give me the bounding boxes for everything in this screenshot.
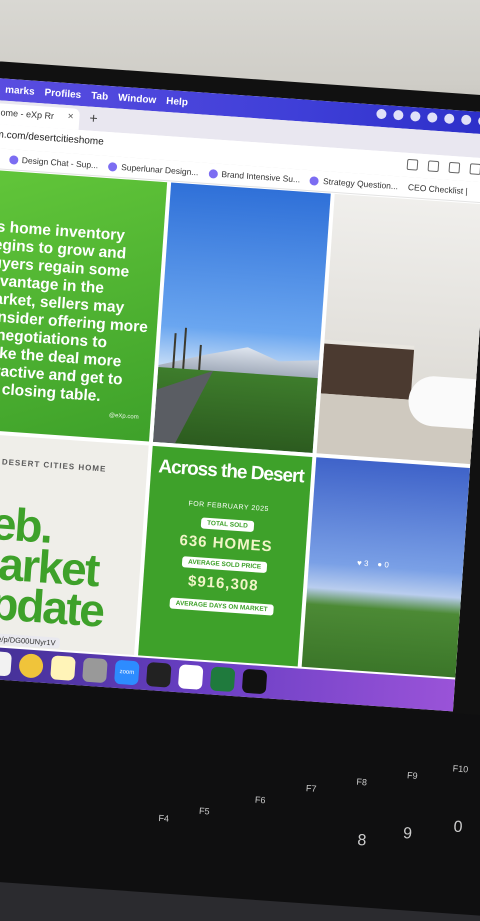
stats-title: Across the Desert	[157, 456, 305, 488]
key-f9[interactable]: F9	[407, 770, 418, 781]
close-tab-icon[interactable]: ×	[67, 111, 74, 122]
status-icons	[376, 108, 480, 127]
bookmark-icon	[8, 154, 19, 165]
bookmark-item[interactable]: Strategy Question...	[309, 175, 399, 192]
post-engagement: ♥ 3 ● 0	[357, 558, 389, 569]
bookmark-item[interactable]: Superlunar Design...	[107, 161, 199, 178]
post-kicker: DESERT CITIES HOME	[1, 457, 107, 474]
key-f5[interactable]: F5	[199, 806, 210, 817]
tab-title: home - eXp Rr	[0, 107, 55, 122]
slack-icon[interactable]	[177, 664, 204, 690]
bookmark-icon	[208, 168, 218, 179]
status-icon[interactable]	[410, 111, 421, 122]
key-f8[interactable]: F8	[356, 777, 367, 788]
status-icon[interactable]	[426, 112, 438, 123]
post-headline: Feb. Market Update	[0, 494, 105, 637]
bookmark-label: CEO Checklist |	[407, 182, 469, 197]
new-tab-button[interactable]: +	[89, 110, 98, 127]
key-9[interactable]: 9	[402, 825, 412, 844]
figma-icon[interactable]	[145, 661, 172, 688]
extension-icon[interactable]	[427, 160, 440, 173]
extension-icon[interactable]	[448, 161, 461, 174]
bookmark-label: Design Chat - Sup...	[21, 155, 99, 171]
menu-profiles[interactable]: Profiles	[44, 87, 81, 101]
post-quote-site: @eXp.com	[108, 412, 139, 421]
launchpad-icon[interactable]	[0, 650, 12, 677]
menu-tab[interactable]: Tab	[91, 90, 109, 102]
post-bathroom[interactable]	[316, 193, 480, 466]
post-video[interactable]: ♥ 3 ● 0	[301, 457, 480, 679]
comment-icon: ●	[377, 559, 383, 570]
bookmark-icon	[107, 161, 118, 172]
key-0[interactable]: 0	[453, 819, 463, 838]
stat-value: $916,308	[187, 572, 260, 595]
vanity-cabinet	[320, 343, 415, 400]
key-8[interactable]: 8	[357, 832, 367, 851]
bookmark-item[interactable]: CEO Checklist |	[408, 182, 468, 196]
extension-icon[interactable]	[406, 158, 419, 171]
status-icon[interactable]	[460, 114, 472, 126]
browser-screen: marks Profiles Tab Window Help home - eX…	[0, 78, 480, 712]
url-text[interactable]: am.com/desertcitieshome	[0, 129, 104, 148]
key-f10[interactable]: F10	[452, 763, 468, 774]
key-f4[interactable]: F4	[158, 813, 169, 824]
bookmark-label: Strategy Question...	[322, 176, 399, 192]
bookmark-label: Superlunar Design...	[120, 161, 199, 178]
capcut-icon[interactable]	[241, 668, 268, 695]
stat-label: AVERAGE DAYS ON MARKET	[169, 597, 274, 616]
bookmark-item[interactable]: Design Chat - Sup...	[8, 154, 99, 171]
zoom-icon[interactable]: zoom	[114, 659, 140, 686]
heart-icon: ♥	[356, 558, 363, 568]
download-icon[interactable]	[469, 163, 480, 176]
notes-icon[interactable]	[50, 655, 76, 681]
keyboard: F4 F5 F6 F7 F8 F9 F10 8 9 0	[0, 679, 480, 921]
menu-window[interactable]: Window	[118, 92, 157, 106]
menu-help[interactable]: Help	[166, 95, 188, 107]
settings-icon[interactable]	[82, 657, 108, 684]
comments-count: 0	[384, 560, 390, 570]
menu-bookmarks[interactable]: marks	[5, 84, 35, 97]
status-icon[interactable]	[443, 113, 455, 125]
toolbar-icons	[406, 158, 480, 176]
instagram-post-grid: As home inventory begins to grow and buy…	[0, 169, 480, 679]
stat-label: TOTAL SOLD	[200, 517, 255, 533]
stat-label: AVERAGE SOLD PRICE	[181, 556, 268, 574]
key-f7[interactable]: F7	[306, 783, 317, 794]
key-f6[interactable]: F6	[255, 795, 266, 806]
status-icon[interactable]	[393, 109, 404, 121]
post-quote-text: As home inventory begins to grow and buy…	[0, 217, 149, 406]
post-golf-course[interactable]	[153, 182, 331, 453]
bookmark-icon	[309, 175, 320, 186]
stats-subtitle: FOR FEBRUARY 2025	[188, 500, 270, 514]
bookmark-label: Brand Intensive Su...	[221, 168, 301, 185]
post-desert-stats[interactable]: Across the Desert FOR FEBRUARY 2025 TOTA…	[138, 445, 313, 667]
post-quote[interactable]: As home inventory begins to grow and buy…	[0, 169, 168, 442]
excel-icon[interactable]	[209, 666, 236, 693]
bookmark-item[interactable]: Brand Intensive Su...	[208, 168, 300, 184]
post-market-update[interactable]: DESERT CITIES HOME Feb. Market Update	[0, 432, 149, 656]
chrome-icon[interactable]	[18, 653, 44, 679]
status-icon[interactable]	[376, 108, 387, 120]
likes-count: 3	[363, 558, 369, 569]
stat-value: 636 HOMES	[178, 531, 274, 556]
